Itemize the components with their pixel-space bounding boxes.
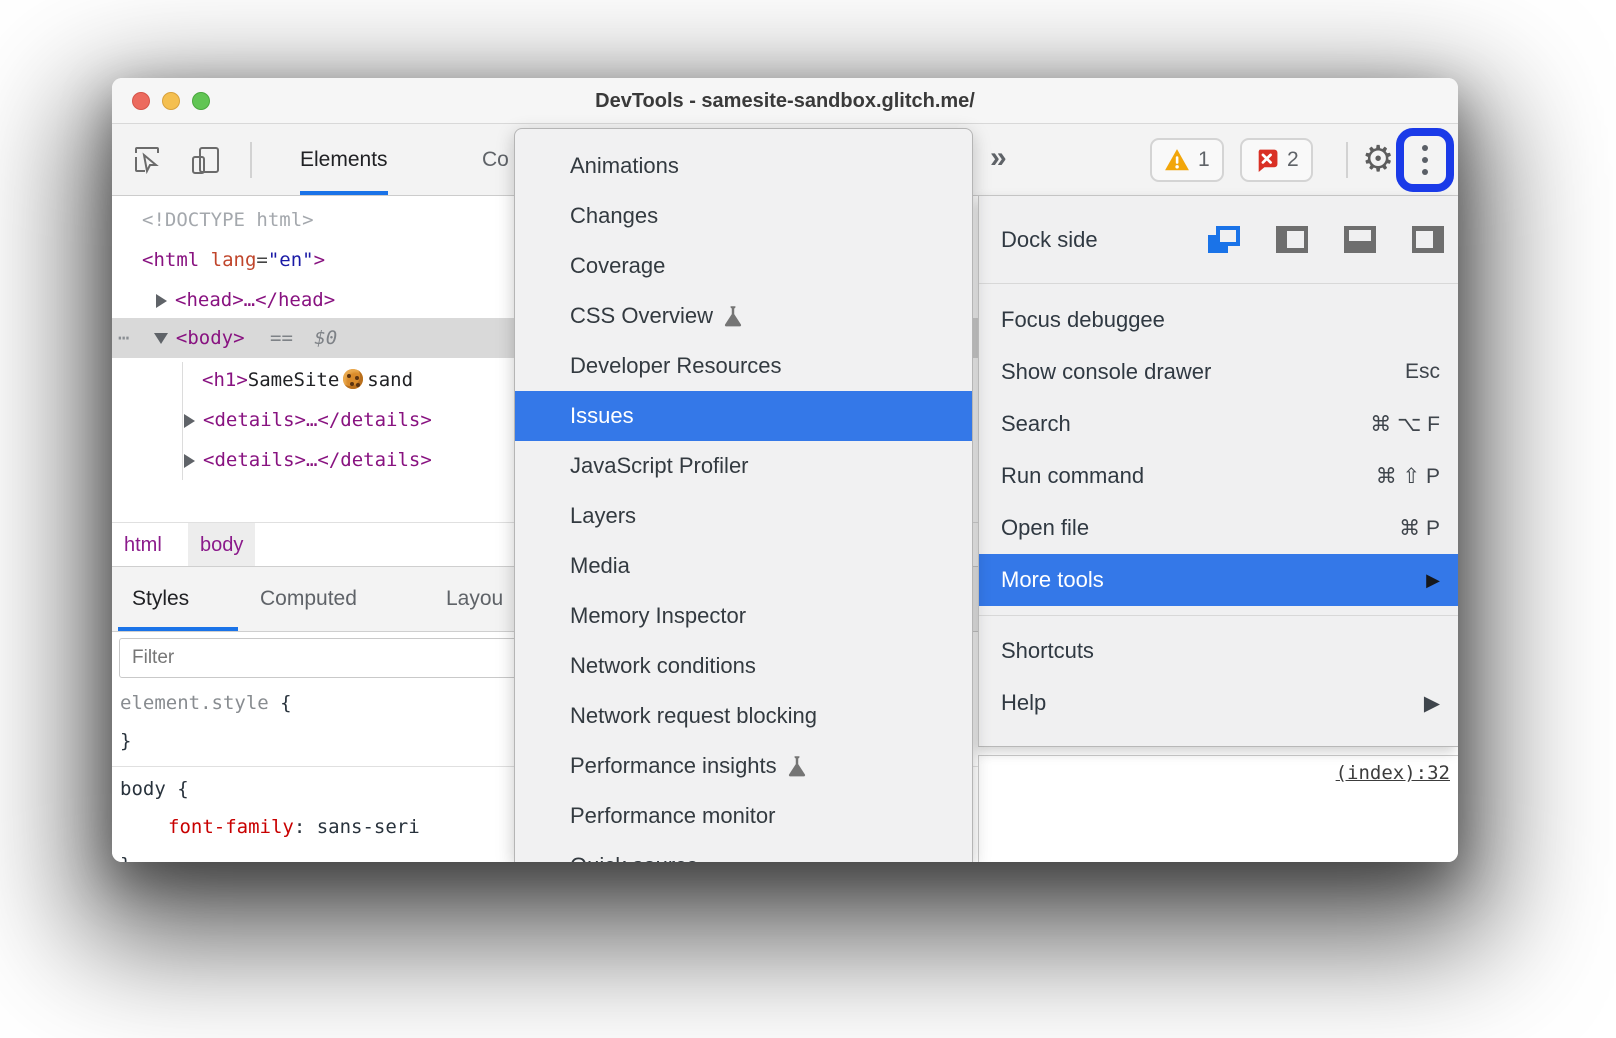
toolbar-separator bbox=[1346, 142, 1348, 178]
settings-gear-icon[interactable]: ⚙ bbox=[1362, 134, 1394, 184]
submenu-item-layers[interactable]: Layers bbox=[515, 491, 972, 541]
more-tabs-chevron-icon[interactable]: » bbox=[990, 124, 1007, 195]
dock-side-row: Dock side bbox=[979, 196, 1458, 284]
cookie-emoji-icon bbox=[343, 369, 363, 389]
dock-bottom-icon[interactable] bbox=[1344, 226, 1376, 253]
menu-item-show-console-drawer[interactable]: Show console drawerEsc bbox=[979, 346, 1458, 398]
inspect-element-icon[interactable] bbox=[130, 143, 164, 177]
menu-item-shortcuts[interactable]: Shortcuts bbox=[979, 625, 1458, 677]
styles-pane-right: (index):32 bbox=[978, 755, 1458, 862]
menu-item-run-command[interactable]: Run command⌘ ⇧ P bbox=[979, 450, 1458, 502]
main-options-menu: Dock side Focus debuggee Show console dr… bbox=[978, 196, 1458, 747]
expand-arrow-icon[interactable] bbox=[156, 294, 167, 308]
errors-badge[interactable]: 2 bbox=[1240, 138, 1313, 182]
menu-separator bbox=[979, 615, 1458, 616]
dock-right-icon[interactable] bbox=[1412, 226, 1444, 253]
devtools-window: DevTools - samesite-sandbox.glitch.me/ E… bbox=[112, 78, 1458, 862]
submenu-item-performance-monitor[interactable]: Performance monitor bbox=[515, 791, 972, 841]
submenu-item-quick-source[interactable]: Quick source bbox=[515, 841, 972, 862]
error-count: 2 bbox=[1287, 148, 1299, 172]
experiment-beaker-icon bbox=[723, 305, 743, 327]
menu-item-more-tools[interactable]: More tools▶ bbox=[979, 554, 1458, 606]
more-options-highlight-ring bbox=[1396, 128, 1454, 192]
submenu-item-animations[interactable]: Animations bbox=[515, 141, 972, 191]
toolbar-separator bbox=[250, 142, 252, 178]
submenu-arrow-icon: ▶ bbox=[1424, 691, 1440, 716]
submenu-item-network-conditions[interactable]: Network conditions bbox=[515, 641, 972, 691]
tab-elements[interactable]: Elements bbox=[300, 124, 388, 195]
tab-computed[interactable]: Computed bbox=[260, 567, 357, 631]
indent-guide-line bbox=[182, 362, 183, 480]
submenu-item-network-request-blocking[interactable]: Network request blocking bbox=[515, 691, 972, 741]
menu-item-help[interactable]: Help▶ bbox=[979, 677, 1458, 729]
tab-console-partial[interactable]: Co bbox=[482, 124, 509, 195]
submenu-item-media[interactable]: Media bbox=[515, 541, 972, 591]
warning-count: 1 bbox=[1198, 148, 1210, 172]
device-toolbar-icon[interactable] bbox=[188, 143, 222, 177]
experiment-beaker-icon bbox=[787, 755, 807, 777]
submenu-item-changes[interactable]: Changes bbox=[515, 191, 972, 241]
menu-item-open-file[interactable]: Open file⌘ P bbox=[979, 502, 1458, 554]
breadcrumb-body[interactable]: body bbox=[188, 523, 255, 567]
collapse-arrow-icon[interactable] bbox=[154, 333, 168, 344]
breadcrumb-html[interactable]: html bbox=[112, 523, 174, 567]
menu-item-focus-debuggee[interactable]: Focus debuggee bbox=[979, 294, 1458, 346]
overflow-dots-icon[interactable]: ⋯ bbox=[112, 327, 132, 349]
menu-item-search[interactable]: Search⌘ ⌥ F bbox=[979, 398, 1458, 450]
warnings-badge[interactable]: 1 bbox=[1150, 138, 1224, 182]
kebab-menu-icon[interactable] bbox=[1422, 145, 1428, 175]
submenu-item-performance-insights[interactable]: Performance insights bbox=[515, 741, 972, 791]
submenu-item-issues[interactable]: Issues bbox=[515, 391, 972, 441]
submenu-item-javascript-profiler[interactable]: JavaScript Profiler bbox=[515, 441, 972, 491]
dock-side-label: Dock side bbox=[1001, 227, 1208, 253]
warning-icon bbox=[1164, 148, 1190, 172]
submenu-item-developer-resources[interactable]: Developer Resources bbox=[515, 341, 972, 391]
submenu-item-memory-inspector[interactable]: Memory Inspector bbox=[515, 591, 972, 641]
error-icon bbox=[1254, 148, 1279, 173]
title-bar: DevTools - samesite-sandbox.glitch.me/ bbox=[112, 78, 1458, 124]
submenu-item-css-overview[interactable]: CSS Overview bbox=[515, 291, 972, 341]
expand-arrow-icon[interactable] bbox=[184, 414, 195, 428]
dock-left-icon[interactable] bbox=[1276, 226, 1308, 253]
submenu-arrow-icon: ▶ bbox=[1426, 570, 1440, 591]
tab-layout-partial[interactable]: Layou bbox=[446, 567, 503, 631]
window-title: DevTools - samesite-sandbox.glitch.me/ bbox=[112, 78, 1458, 124]
submenu-item-coverage[interactable]: Coverage bbox=[515, 241, 972, 291]
more-tools-submenu: Animations Changes Coverage CSS Overview… bbox=[514, 128, 973, 862]
undock-icon[interactable] bbox=[1208, 226, 1240, 253]
source-link[interactable]: (index):32 bbox=[1336, 762, 1450, 784]
active-tab-underline bbox=[118, 627, 238, 631]
expand-arrow-icon[interactable] bbox=[184, 454, 195, 468]
tab-styles[interactable]: Styles bbox=[132, 567, 189, 631]
